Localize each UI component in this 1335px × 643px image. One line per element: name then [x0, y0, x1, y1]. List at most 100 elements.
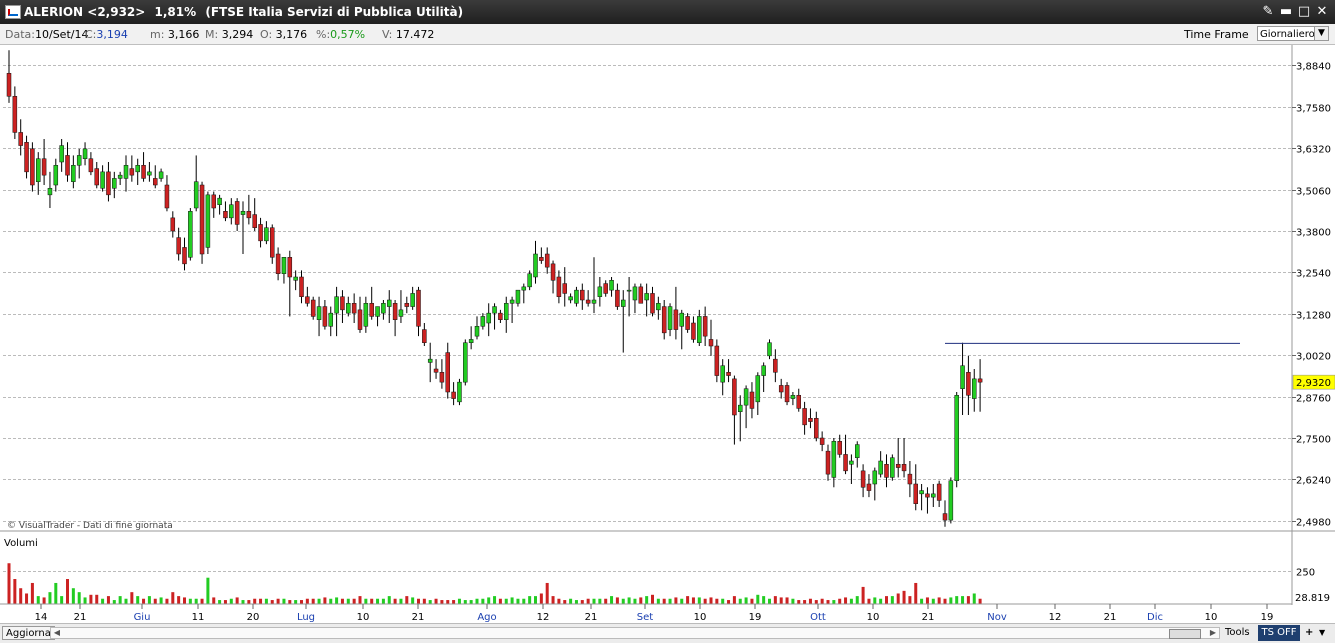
volume-bar	[253, 598, 257, 604]
volume-bar	[405, 596, 409, 604]
y-tick-label: 3,7580	[1296, 104, 1331, 115]
volume-bar	[849, 598, 853, 604]
x-tick-label: 21	[585, 612, 598, 623]
y-tick-label: 2,6240	[1296, 476, 1331, 487]
volume-bar	[305, 598, 309, 604]
x-tick-label: 14	[35, 612, 48, 623]
wrench-icon[interactable]: ✎	[1259, 3, 1277, 21]
volume-bar	[610, 596, 614, 604]
volume-bar	[516, 598, 520, 604]
candle-body	[749, 391, 755, 409]
volume-bar	[797, 600, 801, 604]
volume-bar	[95, 594, 99, 604]
chevron-down-icon[interactable]: ▼	[1314, 27, 1328, 40]
volume-bar	[920, 598, 924, 604]
title-symbol: ALERION <2,932>	[24, 5, 146, 19]
candle-body	[638, 286, 644, 304]
candle-body	[223, 211, 228, 219]
timeframe-select[interactable]: Giornaliero ▼	[1257, 26, 1329, 41]
chart-scrollbar[interactable]: ◀ ▶	[50, 627, 1220, 639]
candle-body	[878, 460, 883, 475]
candle-body	[585, 299, 591, 304]
volume-bar	[522, 598, 526, 604]
volume-bar	[656, 598, 660, 604]
candle-body	[416, 289, 421, 327]
candle-body	[544, 253, 550, 268]
add-button[interactable]: +	[1302, 626, 1316, 640]
candle-body	[463, 342, 468, 383]
volume-bar	[756, 594, 760, 604]
candle-body	[755, 375, 761, 403]
candle-body	[679, 312, 684, 327]
chevron-down-icon[interactable]: ▼	[1316, 626, 1328, 640]
volume-bar	[177, 596, 181, 604]
candle-body	[901, 464, 907, 472]
volume-label: Volumi	[4, 538, 38, 549]
tools-button[interactable]: Tools	[1222, 626, 1253, 640]
scroll-thumb[interactable]	[1169, 629, 1201, 639]
candle-body	[392, 303, 398, 320]
maximize-icon[interactable]: □	[1295, 3, 1313, 21]
candle-body	[784, 385, 790, 403]
candle-body	[778, 385, 784, 393]
candle-body	[562, 283, 567, 294]
open-info: O: 3,176	[260, 28, 307, 41]
candle-body	[714, 345, 720, 376]
volume-bar	[732, 596, 736, 604]
volume-bar	[750, 598, 754, 604]
candle-body	[860, 470, 866, 488]
candle-body	[743, 388, 749, 406]
volume-bar	[434, 598, 438, 604]
candle-body	[884, 464, 889, 478]
minimize-icon[interactable]: ▬	[1277, 3, 1295, 21]
volume-bar	[387, 596, 391, 604]
volume-bar	[183, 597, 186, 604]
volume-bar	[574, 600, 578, 604]
scroll-left-icon[interactable]: ◀	[51, 628, 63, 638]
volume-bar	[569, 598, 573, 604]
candle-body	[632, 286, 638, 301]
volume-bar	[832, 600, 836, 604]
candle-body	[866, 483, 872, 491]
candle-body	[281, 257, 287, 274]
candle-body	[872, 470, 878, 485]
bottom-toolbar: Aggiorna ◀ ▶ Tools TS OFF + ▼	[0, 623, 1335, 643]
candle-body	[673, 309, 679, 330]
candle-body	[942, 513, 948, 521]
refresh-button[interactable]: Aggiorna	[2, 626, 55, 640]
close-icon[interactable]: ✕	[1313, 3, 1331, 21]
x-tick-label: Set	[637, 612, 654, 623]
volume-bar	[586, 598, 590, 604]
ts-off-button[interactable]: TS OFF	[1258, 625, 1300, 641]
volume-bar	[627, 597, 631, 604]
candle-body	[410, 293, 415, 307]
volume-bar	[101, 598, 105, 604]
candle-body	[18, 132, 23, 146]
candle-body	[451, 391, 456, 399]
candle-body	[234, 201, 240, 225]
candle-body	[264, 227, 269, 242]
volume-bar	[452, 600, 456, 604]
volume-bar	[709, 597, 713, 604]
title-change: 1,81%	[154, 5, 197, 19]
y-tick-label: 3,8840	[1296, 62, 1331, 73]
candle-body	[808, 418, 813, 422]
volume-bar	[925, 597, 929, 604]
volume-bar	[914, 582, 918, 604]
scroll-right-icon[interactable]: ▶	[1207, 628, 1219, 638]
volume-bar	[229, 598, 233, 604]
candle-body	[855, 444, 860, 458]
volume-bar	[873, 597, 877, 604]
volume-bar	[896, 593, 900, 604]
candle-body	[761, 365, 766, 376]
volume-bar	[329, 598, 333, 604]
candle-body	[457, 381, 462, 403]
volume-bar	[381, 598, 385, 604]
price-chart[interactable]: 3,8840 3,7580 3,6320 3,5060 3,3800 3,2540 3,12…	[0, 45, 1335, 623]
min-label: m:	[150, 28, 165, 41]
candle-body	[53, 165, 59, 186]
candle-body	[275, 253, 281, 274]
candle-body	[36, 158, 41, 182]
candle-body	[498, 312, 503, 320]
candle-body	[193, 181, 199, 209]
